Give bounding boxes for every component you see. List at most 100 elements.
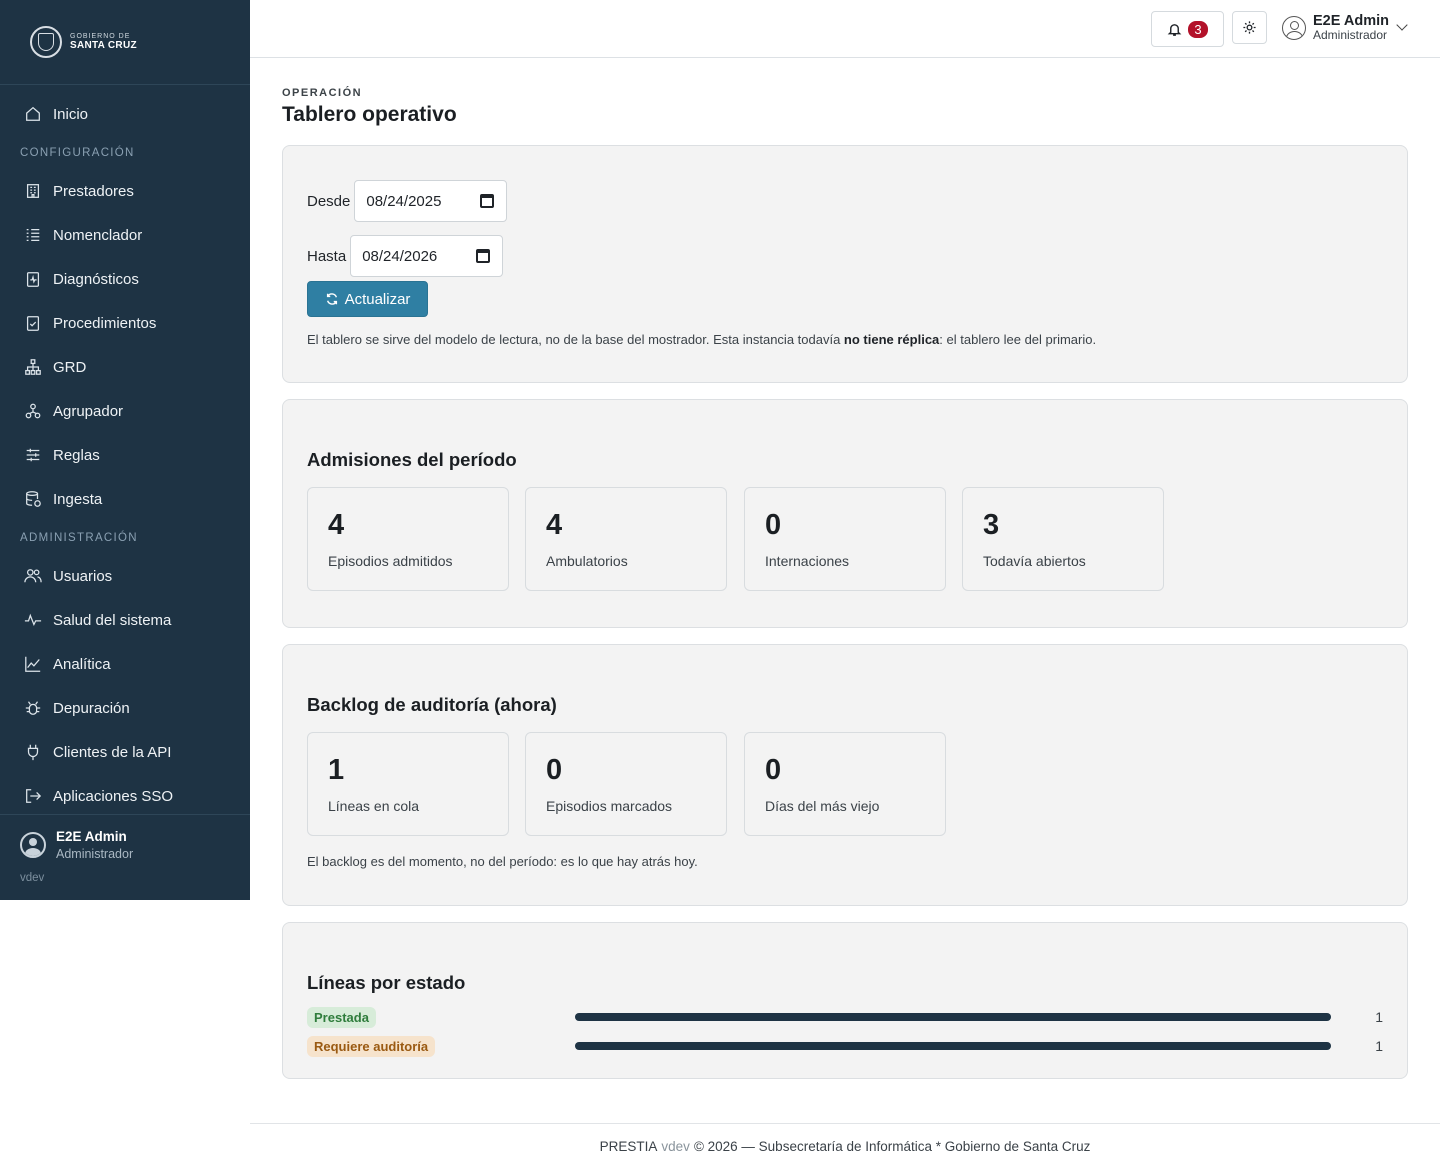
to-date-label: Hasta xyxy=(307,247,347,265)
stat-card: 3 Todavía abiertos xyxy=(962,487,1164,591)
sidebar-item-label: Inicio xyxy=(53,105,89,123)
filters-card: Desde 08/24/2025 Hasta 08/24/2026 Actual… xyxy=(282,145,1408,383)
sidebar-item-grd[interactable]: GRD xyxy=(0,345,250,389)
sidebar-item-usuarios[interactable]: Usuarios xyxy=(0,554,250,598)
sidebar-item-salud-del-sistema[interactable]: Salud del sistema xyxy=(0,598,250,642)
sidebar-user[interactable]: E2E Admin Administrador xyxy=(0,814,250,861)
page-eyebrow: OPERACIÓN xyxy=(282,87,363,99)
stat-card: 0 Días del más viejo xyxy=(744,732,946,836)
stat-label: Líneas en cola xyxy=(328,798,420,814)
stat-value: 1 xyxy=(328,754,345,786)
section-configuracion: CONFIGURACIÓN xyxy=(20,146,135,159)
sidebar-item-label: Prestadores xyxy=(53,182,134,200)
home-icon xyxy=(23,104,43,124)
update-button[interactable]: Actualizar xyxy=(307,281,428,317)
lines-by-status-card: Líneas por estado Prestada 1 Requiere au… xyxy=(282,922,1408,1079)
status-count: 1 xyxy=(1375,1009,1383,1025)
sidebar-item-label: Analítica xyxy=(53,655,111,673)
sidebar-user-role: Administrador xyxy=(56,847,134,861)
stat-label: Todavía abiertos xyxy=(983,553,1086,569)
list-icon xyxy=(23,225,43,245)
page-title: Tablero operativo xyxy=(282,103,457,126)
sidebar-item-depuracion[interactable]: Depuración xyxy=(0,686,250,730)
from-date-row: Desde 08/24/2025 xyxy=(307,180,508,222)
logo[interactable]: GOBIERNO DE SANTA CRUZ xyxy=(0,0,250,85)
status-row: Requiere auditoría 1 xyxy=(307,1035,1383,1057)
hierarchy-icon xyxy=(23,357,43,377)
backlog-card: Backlog de auditoría (ahora) 1 Líneas en… xyxy=(282,644,1408,906)
from-date-label: Desde xyxy=(307,192,351,210)
bell-icon xyxy=(1168,23,1182,36)
sidebar-item-label: Clientes de la API xyxy=(53,743,172,761)
notifications-button[interactable]: 3 xyxy=(1151,11,1224,47)
topbar: 3 E2E Admin Administrador xyxy=(250,0,1440,58)
stat-card: 0 Episodios marcados xyxy=(525,732,727,836)
sidebar-item-nomenclador[interactable]: Nomenclador xyxy=(0,213,250,257)
sidebar-item-inicio[interactable]: Inicio xyxy=(0,92,250,136)
sidebar-item-diagnosticos[interactable]: Diagnósticos xyxy=(0,257,250,301)
sidebar-item-label: Aplicaciones SSO xyxy=(53,787,174,805)
notifications-badge: 3 xyxy=(1188,20,1208,38)
database-icon xyxy=(23,489,43,509)
refresh-icon xyxy=(326,293,337,305)
stat-card: 0 Internaciones xyxy=(744,487,946,591)
status-bar-fill xyxy=(575,1042,1331,1050)
backlog-title: Backlog de auditoría (ahora) xyxy=(307,694,557,715)
sidebar-item-label: GRD xyxy=(53,358,87,376)
sidebar-item-procedimientos[interactable]: Procedimientos xyxy=(0,301,250,345)
chevron-down-icon xyxy=(1396,19,1408,31)
calendar-icon[interactable] xyxy=(480,194,495,208)
sidebar-nav: Inicio CONFIGURACIÓN Prestadores Nomencl… xyxy=(0,85,250,818)
stat-label: Episodios admitidos xyxy=(328,553,453,569)
sidebar-item-label: Nomenclador xyxy=(53,226,143,244)
stat-label: Episodios marcados xyxy=(546,798,673,814)
footer-copyright: © 2026 — Subsecretaría de Informática * … xyxy=(693,1138,1091,1154)
backlog-note: El backlog es del momento, no del períod… xyxy=(307,854,698,869)
plug-icon xyxy=(23,742,43,762)
sidebar-item-reglas[interactable]: Reglas xyxy=(0,433,250,477)
from-date-value: 08/24/2025 xyxy=(366,192,442,210)
status-count: 1 xyxy=(1375,1038,1383,1054)
stat-card: 4 Episodios admitidos xyxy=(307,487,509,591)
sidebar-item-label: Ingesta xyxy=(53,490,103,508)
sidebar-item-analitica[interactable]: Analítica xyxy=(0,642,250,686)
pulse-icon xyxy=(23,610,43,630)
sidebar-item-aplicaciones-sso[interactable]: Aplicaciones SSO xyxy=(0,774,250,818)
section-administracion: ADMINISTRACIÓN xyxy=(20,531,138,544)
sidebar-item-label: Procedimientos xyxy=(53,314,157,332)
stat-label: Internaciones xyxy=(765,553,850,569)
avatar xyxy=(20,832,46,858)
group-icon xyxy=(23,401,43,421)
status-bar-track xyxy=(575,1013,1331,1021)
status-badge: Prestada xyxy=(307,1006,376,1028)
stat-value: 4 xyxy=(328,509,345,541)
sun-icon xyxy=(1243,21,1256,34)
to-date-value: 08/24/2026 xyxy=(362,247,438,265)
footer-brand: PRESTIA xyxy=(599,1138,658,1154)
version-label: vdev xyxy=(20,872,45,884)
status-row: Prestada 1 xyxy=(307,1006,1383,1028)
status-bar-fill xyxy=(575,1013,1331,1021)
stat-value: 0 xyxy=(765,754,782,786)
theme-toggle-button[interactable] xyxy=(1232,11,1267,44)
sidebar-item-clientes-api[interactable]: Clientes de la API xyxy=(0,730,250,774)
to-date-input[interactable]: 08/24/2026 xyxy=(350,235,504,277)
seal-icon xyxy=(30,26,62,58)
stat-label: Ambulatorios xyxy=(546,553,628,569)
user-menu[interactable]: E2E Admin Administrador xyxy=(1282,13,1408,43)
calendar-icon[interactable] xyxy=(476,249,491,263)
sidebar-item-label: Depuración xyxy=(53,699,130,717)
logo-line-2: SANTA CRUZ xyxy=(70,40,137,51)
topbar-user-name: E2E Admin xyxy=(1313,13,1390,29)
sidebar-item-prestadores[interactable]: Prestadores xyxy=(0,169,250,213)
avatar xyxy=(1282,15,1306,40)
login-icon xyxy=(23,786,43,806)
sidebar-item-agrupador[interactable]: Agrupador xyxy=(0,389,250,433)
building-icon xyxy=(23,181,43,201)
topbar-user-role: Administrador xyxy=(1313,28,1388,43)
stat-value: 0 xyxy=(765,509,782,541)
to-date-row: Hasta 08/24/2026 xyxy=(307,235,504,277)
sidebar-item-ingesta[interactable]: Ingesta xyxy=(0,477,250,521)
from-date-input[interactable]: 08/24/2025 xyxy=(354,180,508,222)
status-bar-track xyxy=(575,1042,1331,1050)
